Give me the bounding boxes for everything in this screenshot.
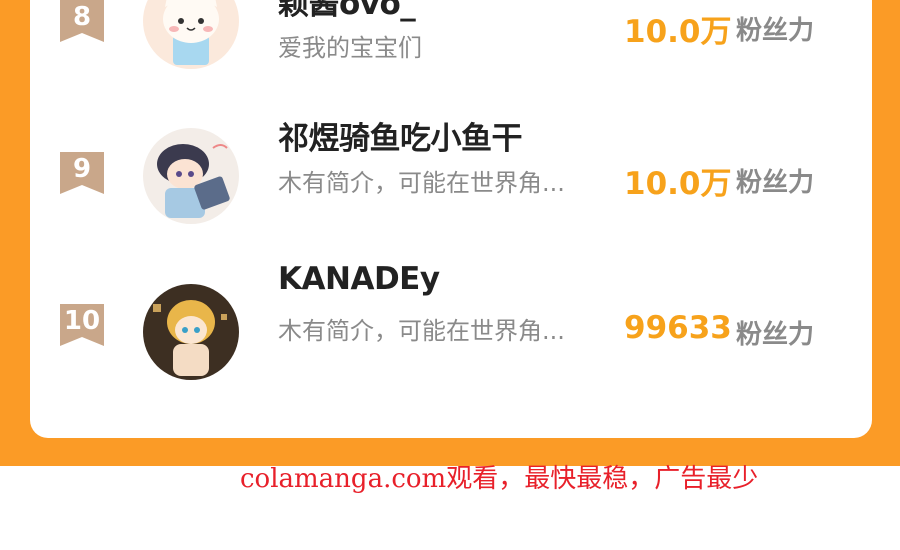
ranking-row-9[interactable]: 9 祁煜骑鱼吃小鱼干 木有简介，可能在世界角... 10.0万 粉丝力 [30,118,872,248]
user-description: 木有简介，可能在世界角... [278,169,565,197]
user-description: 爱我的宝宝们 [278,34,422,62]
rank-badge: 10 [60,304,104,346]
fans-count: 10.0万 [624,166,732,202]
ranking-card: 8 颖酱ovo_ 爱我的宝宝们 10.0万 粉丝力 9 祁煜骑鱼吃小鱼干 木有简… [30,0,872,438]
rank-badge: 8 [60,0,104,42]
user-name: 祁煜骑鱼吃小鱼干 [278,121,523,157]
ranking-row-10[interactable]: 10 KANADEy 木有简介，可能在世界角... 99633 粉丝力 [30,261,872,400]
cat-avatar[interactable] [143,0,239,69]
user-name: 颖酱ovo_ [278,0,416,22]
anime-blonde-avatar[interactable] [143,284,239,380]
anime-boy-avatar[interactable] [143,128,239,224]
rank-badge: 9 [60,152,104,194]
ranking-row-8[interactable]: 8 颖酱ovo_ 爱我的宝宝们 10.0万 粉丝力 [30,0,872,100]
fans-label: 粉丝力 [736,16,815,46]
fans-count: 99633 [624,310,732,346]
user-name: KANADEy [278,261,440,297]
fans-label: 粉丝力 [736,320,815,350]
fans-label: 粉丝力 [736,168,815,198]
watermark-text: colamanga.com观看，最快最稳，广告最少 [240,464,759,494]
user-description: 木有简介，可能在世界角... [278,317,565,345]
fans-count: 10.0万 [624,14,732,50]
